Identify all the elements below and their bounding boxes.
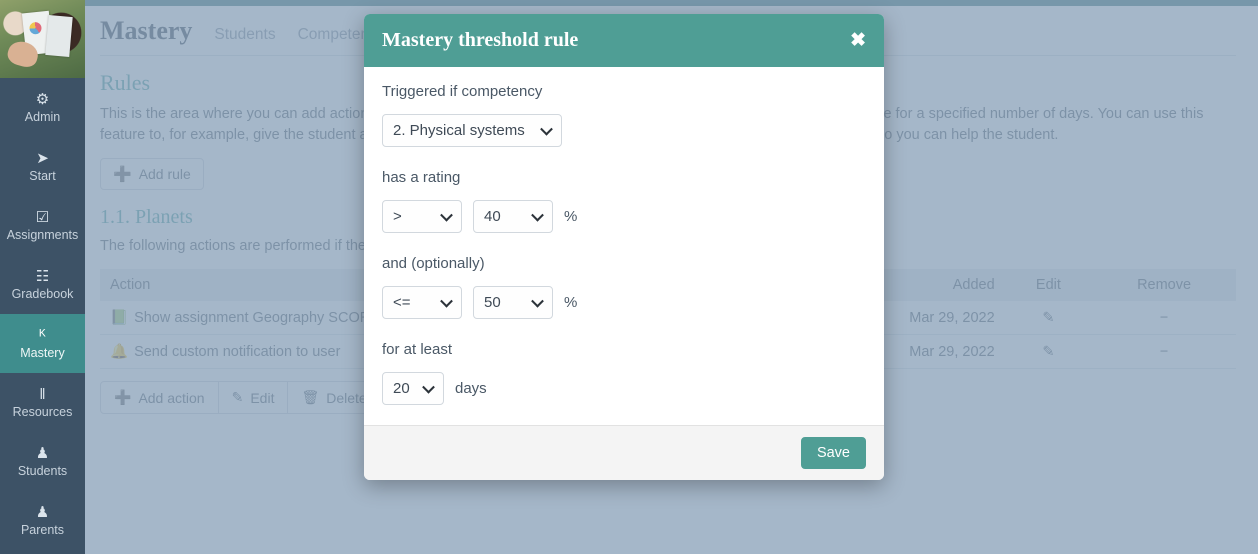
duration-label: for at least: [382, 341, 453, 358]
operator1-select-wrap: >: [382, 200, 462, 233]
value1-select-wrap: 40: [473, 200, 553, 233]
days-unit-label: days: [455, 380, 487, 397]
modal-header: Mastery threshold rule ✖: [364, 14, 884, 67]
optional-row: <= 50 %: [382, 286, 866, 319]
operator1-select[interactable]: >: [382, 200, 462, 233]
operator2-select[interactable]: <=: [382, 286, 462, 319]
sidebar-item-gradebook[interactable]: ☷ Gradebook: [0, 255, 85, 314]
sidebar-item-resources[interactable]: ‖ Resources: [0, 373, 85, 432]
sidebar-item-parents[interactable]: ♟ Parents: [0, 491, 85, 550]
days-select[interactable]: 20: [382, 372, 444, 405]
mastery-threshold-rule-modal: Mastery threshold rule ✖ Triggered if co…: [364, 14, 884, 480]
sidebar-item-label: Assignments: [6, 227, 79, 242]
sidebar-item-admin[interactable]: ⚙ Admin: [0, 78, 85, 137]
percent-sign-1: %: [564, 208, 578, 225]
days-select-wrap: 20: [382, 372, 444, 405]
rating-row: > 40 %: [382, 200, 866, 233]
competency-label: Triggered if competency: [382, 83, 543, 100]
sidebar: ⚙ Admin ➤ Start ☑ Assignments ☷ Gradebook ᴷ Maste…: [0, 0, 85, 554]
close-icon[interactable]: ✖: [850, 31, 866, 50]
sidebar-item-label: Admin: [24, 109, 61, 124]
sidebar-item-label: Start: [29, 168, 56, 183]
modal-footer: Save: [364, 425, 884, 480]
value2-select-wrap: 50: [473, 286, 553, 319]
person-icon: ♟: [35, 503, 50, 521]
duration-row: 20 days: [382, 372, 866, 405]
sidebar-item-mastery[interactable]: ᴷ Mastery: [0, 314, 85, 373]
sidebar-item-label: Gradebook: [11, 286, 74, 301]
sidebar-nav: ⚙ Admin ➤ Start ☑ Assignments ☷ Gradebook ᴷ Maste…: [0, 78, 85, 550]
modal-body: Triggered if competency 2. Physical syst…: [364, 67, 884, 425]
operator2-select-wrap: <=: [382, 286, 462, 319]
person-icon: ♟: [35, 444, 50, 462]
sidebar-item-label: Parents: [20, 522, 65, 537]
sidebar-item-label: Resources: [12, 404, 73, 419]
value1-select[interactable]: 40: [473, 200, 553, 233]
rating-label: has a rating: [382, 169, 461, 186]
sidebar-item-assignments[interactable]: ☑ Assignments: [0, 196, 85, 255]
books-icon: ‖: [39, 385, 46, 403]
sidebar-item-start[interactable]: ➤ Start: [0, 137, 85, 196]
competency-row: 2. Physical systems: [382, 114, 866, 147]
gradebook-icon: ☷: [35, 267, 50, 285]
photo-paper-right: [45, 15, 73, 57]
gear-icon: ⚙: [35, 90, 50, 108]
save-button[interactable]: Save: [800, 437, 866, 469]
competency-select-wrap: 2. Physical systems: [382, 114, 562, 147]
optional-label: and (optionally): [382, 255, 485, 272]
sidebar-item-label: Mastery: [20, 345, 65, 360]
bar-chart-icon: ᴷ: [39, 326, 46, 344]
value2-select[interactable]: 50: [473, 286, 553, 319]
modal-title: Mastery threshold rule: [382, 29, 579, 51]
sidebar-item-label: Students: [17, 463, 68, 478]
sidebar-item-students[interactable]: ♟ Students: [0, 432, 85, 491]
competency-select[interactable]: 2. Physical systems: [382, 114, 562, 147]
navigate-icon: ➤: [36, 149, 49, 167]
sidebar-header-photo: [0, 0, 85, 78]
percent-sign-2: %: [564, 294, 578, 311]
checkbox-icon: ☑: [35, 208, 50, 226]
